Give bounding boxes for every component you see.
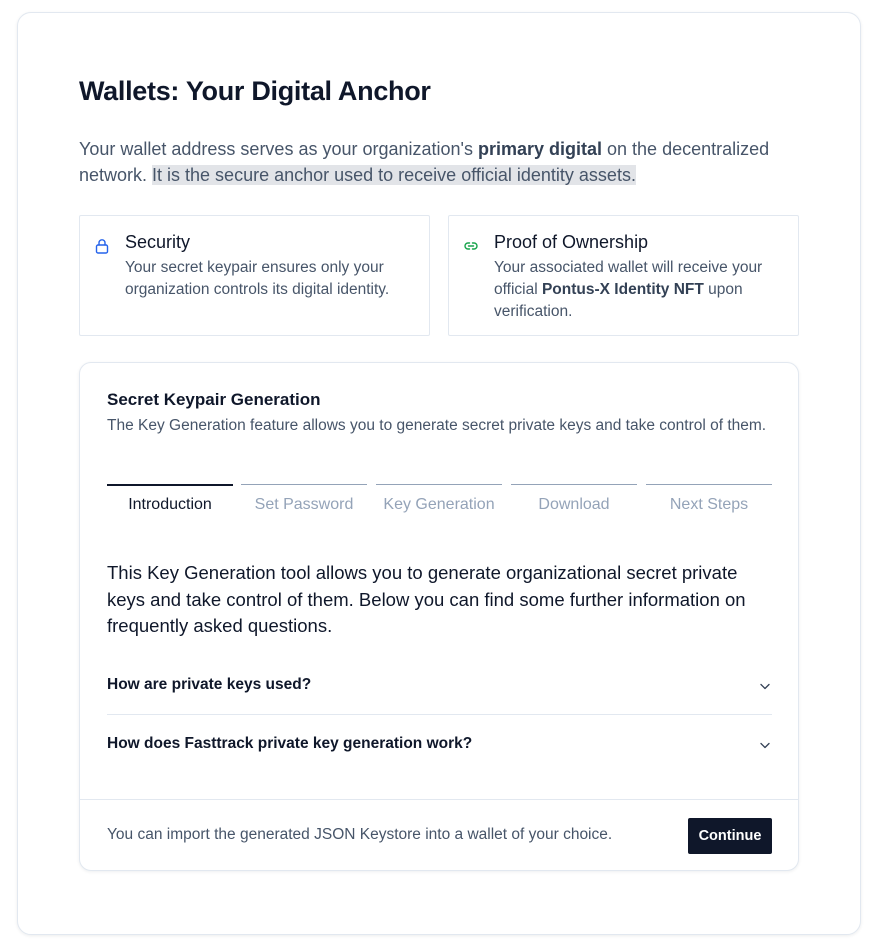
faq-question: How does Fasttrack private key generatio… bbox=[107, 735, 473, 752]
lock-icon bbox=[95, 239, 109, 254]
keypair-footer: You can import the generated JSON Keysto… bbox=[80, 799, 798, 871]
link-icon bbox=[464, 242, 478, 250]
step-label: Next Steps bbox=[669, 496, 749, 513]
step-label: Introduction bbox=[128, 496, 212, 513]
ownership-feature-card: Proof of Ownership Your associated walle… bbox=[448, 215, 799, 336]
ownership-description: Your associated wallet will receive your… bbox=[494, 257, 789, 323]
step-progress: Introduction Set Password Key Generation… bbox=[107, 484, 772, 524]
step-next-steps[interactable]: Next Steps bbox=[646, 484, 772, 524]
faq-private-keys-usage[interactable]: How are private keys used? bbox=[107, 656, 772, 715]
intro-paragraph: Your wallet address serves as your organ… bbox=[79, 136, 809, 188]
keypair-description: The Key Generation feature allows you to… bbox=[107, 417, 767, 434]
ownership-nft-name: Pontus-X Identity NFT bbox=[541, 281, 704, 298]
page-title: Wallets: Your Digital Anchor bbox=[79, 76, 431, 106]
keypair-title: Secret Keypair Generation bbox=[107, 390, 321, 409]
intro-highlighted-text: It is the secure anchor used to receive … bbox=[152, 165, 636, 185]
faq-question: How are private keys used? bbox=[107, 676, 312, 693]
security-description: Your secret keypair ensures only your or… bbox=[125, 259, 390, 298]
step-label: Set Password bbox=[254, 496, 354, 513]
intro-bold-text: primary digital bbox=[477, 139, 603, 159]
footer-note: You can import the generated JSON Keysto… bbox=[107, 826, 613, 843]
chevron-down-icon bbox=[760, 683, 770, 690]
intro-text-start: Your wallet address serves as your organ… bbox=[79, 139, 478, 159]
step-introduction[interactable]: Introduction bbox=[107, 484, 233, 524]
security-title: Security bbox=[125, 232, 191, 252]
introduction-text: This Key Generation tool allows you to g… bbox=[107, 562, 746, 636]
ownership-title: Proof of Ownership bbox=[494, 232, 649, 252]
step-download[interactable]: Download bbox=[511, 484, 637, 524]
step-set-password[interactable]: Set Password bbox=[241, 484, 367, 524]
step-label: Key Generation bbox=[383, 496, 495, 513]
security-feature-card: Security Your secret keypair ensures onl… bbox=[79, 215, 430, 336]
step-key-generation[interactable]: Key Generation bbox=[376, 484, 502, 524]
keypair-generation-card: Secret Keypair Generation The Key Genera… bbox=[79, 362, 799, 871]
faq-fasttrack-generation[interactable]: How does Fasttrack private key generatio… bbox=[107, 715, 772, 774]
continue-button[interactable]: Continue bbox=[688, 818, 772, 854]
chevron-down-icon bbox=[760, 742, 770, 749]
step-label: Download bbox=[538, 496, 610, 513]
